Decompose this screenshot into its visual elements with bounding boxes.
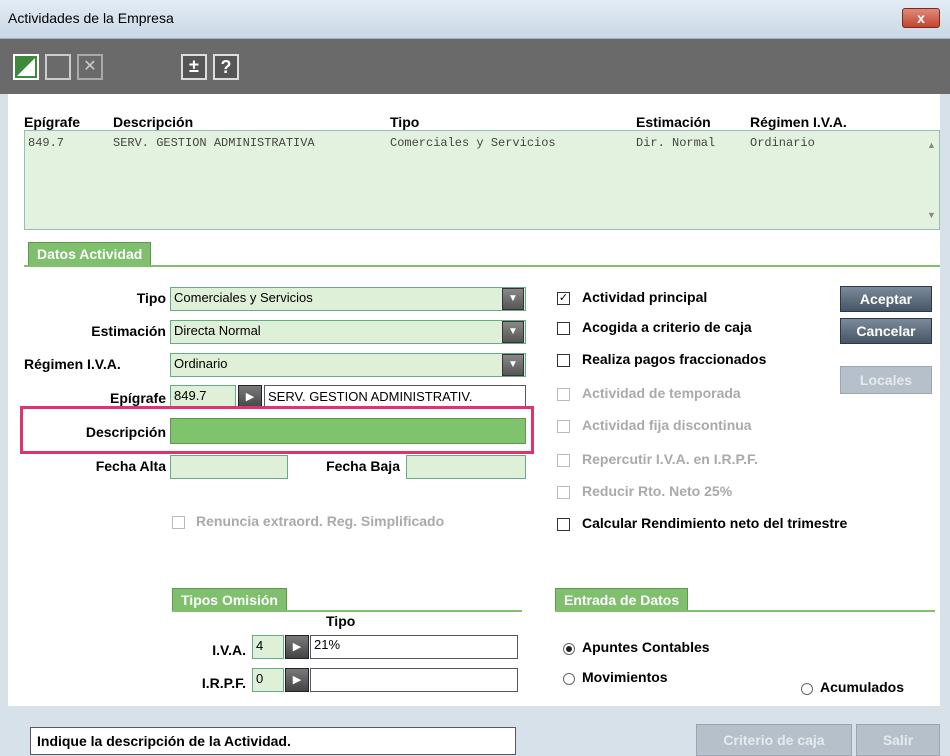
iva-code-field[interactable]: 4	[252, 635, 284, 659]
estimacion-select[interactable]: Directa Normal	[170, 320, 526, 344]
fecha-alta-field[interactable]	[170, 455, 288, 479]
tab-datos-actividad[interactable]: Datos Actividad	[28, 242, 152, 266]
list-cell-epigrafe: 849.7	[28, 136, 65, 150]
repercutir-checkbox[interactable]	[557, 454, 570, 467]
fecha-baja-label: Fecha Baja	[326, 458, 400, 474]
iva-value-field[interactable]: 21%	[310, 635, 518, 659]
cancelar-button[interactable]: Cancelar	[840, 318, 932, 344]
scroll-up-icon[interactable]: ▲	[927, 140, 937, 150]
actividad-principal-label: Actividad principal	[582, 289, 708, 305]
repercutir-label: Repercutir I.V.A. en I.R.P.F.	[582, 451, 758, 467]
reducir-checkbox[interactable]	[557, 486, 570, 499]
iva-label: I.V.A.	[212, 642, 246, 658]
tab-entrada-datos[interactable]: Entrada de Datos	[555, 588, 689, 612]
list-cell-descripcion: SERV. GESTION ADMINISTRATIVA	[113, 136, 315, 150]
acumulados-radio[interactable]	[801, 683, 813, 695]
movimientos-radio[interactable]	[563, 673, 575, 685]
temporada-label: Actividad de temporada	[582, 385, 741, 401]
calcular-label: Calcular Rendimiento neto del trimestre	[582, 515, 848, 531]
toolbar	[0, 39, 950, 94]
list-cell-tipo: Comerciales y Servicios	[390, 136, 556, 150]
irpf-lookup-button[interactable]: ▶	[285, 668, 309, 692]
pagos-fraccionados-label: Realiza pagos fraccionados	[582, 351, 767, 367]
temporada-checkbox[interactable]	[557, 388, 570, 401]
irpf-code-field[interactable]: 0	[252, 668, 284, 692]
descripcion-field[interactable]	[170, 418, 526, 444]
calcular-checkbox[interactable]	[557, 518, 570, 531]
list-cell-estimacion: Dir. Normal	[636, 136, 716, 150]
tab-underline	[24, 265, 940, 267]
actividad-principal-checkbox[interactable]: ✓	[557, 292, 570, 305]
help-button[interactable]: ?	[213, 54, 239, 80]
entrada-underline	[555, 610, 935, 612]
criterio-caja-button[interactable]: Criterio de caja	[696, 724, 852, 756]
col-header-descripcion: Descripción	[113, 114, 194, 130]
chevron-down-icon[interactable]: ▼	[502, 321, 524, 343]
locales-button[interactable]: Locales	[840, 366, 932, 394]
status-message: Indique la descripción de la Actividad.	[30, 727, 516, 755]
irpf-label: I.R.P.F.	[201, 675, 246, 691]
movimientos-label: Movimientos	[582, 669, 668, 685]
descripcion-label: Descripción	[85, 424, 166, 440]
apuntes-radio[interactable]	[563, 643, 575, 655]
scroll-down-icon[interactable]: ▼	[927, 210, 937, 220]
epigrafe-label: Epígrafe	[109, 390, 166, 406]
regimen-select[interactable]: Ordinario	[170, 353, 526, 377]
list-cell-regimen: Ordinario	[750, 136, 815, 150]
pagos-fraccionados-checkbox[interactable]	[557, 354, 570, 367]
iva-lookup-button[interactable]: ▶	[285, 635, 309, 659]
criterio-caja-label: Acogida a criterio de caja	[582, 319, 752, 335]
salir-button[interactable]: Salir	[856, 724, 940, 756]
apuntes-label: Apuntes Contables	[582, 639, 710, 655]
record-empty-icon[interactable]	[45, 54, 71, 80]
criterio-caja-checkbox[interactable]	[557, 322, 570, 335]
tipo-column-header: Tipo	[326, 613, 356, 629]
title-bar: Actividades de la Empresa x	[0, 0, 950, 39]
col-header-regimen: Régimen I.V.A.	[750, 114, 847, 130]
estimacion-label: Estimación	[91, 323, 166, 339]
acumulados-label: Acumulados	[820, 679, 905, 695]
tab-tipos-omision[interactable]: Tipos Omisión	[172, 588, 287, 612]
aceptar-button[interactable]: Aceptar	[840, 286, 932, 312]
col-header-epigrafe: Epígrafe	[24, 114, 81, 130]
regimen-label: Régimen I.V.A.	[24, 356, 121, 372]
discontinua-label: Actividad fija discontinua	[582, 417, 752, 433]
record-filled-icon[interactable]	[13, 54, 39, 80]
tipo-label: Tipo	[136, 290, 166, 306]
col-header-estimacion: Estimación	[636, 114, 711, 130]
chevron-down-icon[interactable]: ▼	[502, 288, 524, 310]
fecha-baja-field[interactable]	[406, 455, 526, 479]
plus-minus-icon[interactable]: ±	[181, 54, 207, 80]
discontinua-checkbox[interactable]	[557, 420, 570, 433]
delete-icon[interactable]: ✕	[77, 54, 103, 80]
irpf-value-field[interactable]	[310, 668, 518, 692]
tipos-underline	[172, 610, 522, 612]
renuncia-checkbox[interactable]	[172, 516, 185, 529]
window-title: Actividades de la Empresa	[8, 10, 174, 26]
fecha-alta-label: Fecha Alta	[95, 458, 166, 474]
close-button[interactable]: x	[902, 8, 940, 28]
col-header-tipo: Tipo	[390, 114, 420, 130]
tipo-select[interactable]: Comerciales y Servicios	[170, 287, 526, 311]
renuncia-label: Renuncia extraord. Reg. Simplificado	[196, 513, 445, 529]
chevron-down-icon[interactable]: ▼	[502, 354, 524, 376]
reducir-label: Reducir Rto. Neto 25%	[582, 483, 733, 499]
